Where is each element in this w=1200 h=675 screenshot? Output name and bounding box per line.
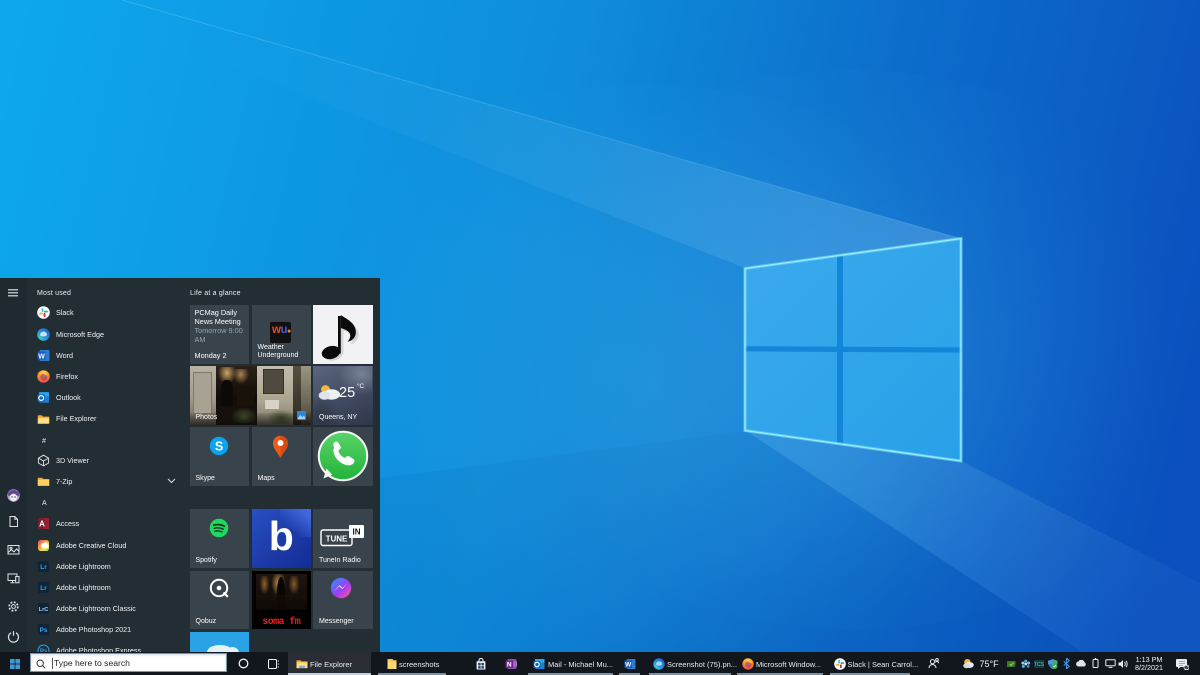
svg-text:Lr: Lr bbox=[40, 564, 47, 571]
svg-text:IN: IN bbox=[353, 528, 361, 537]
svg-text:S: S bbox=[214, 439, 222, 453]
svg-text:TCS: TCS bbox=[1034, 662, 1044, 668]
svg-text:N: N bbox=[506, 661, 511, 668]
svg-text:Ps: Ps bbox=[40, 627, 48, 634]
svg-text:W: W bbox=[625, 661, 632, 668]
svg-text:LrC: LrC bbox=[39, 607, 49, 613]
svg-text:2: 2 bbox=[1185, 665, 1188, 670]
svg-text:A: A bbox=[39, 520, 45, 529]
svg-text:W: W bbox=[38, 353, 45, 360]
svg-text:Lr: Lr bbox=[40, 585, 47, 592]
svg-text:TUNE: TUNE bbox=[326, 535, 348, 544]
